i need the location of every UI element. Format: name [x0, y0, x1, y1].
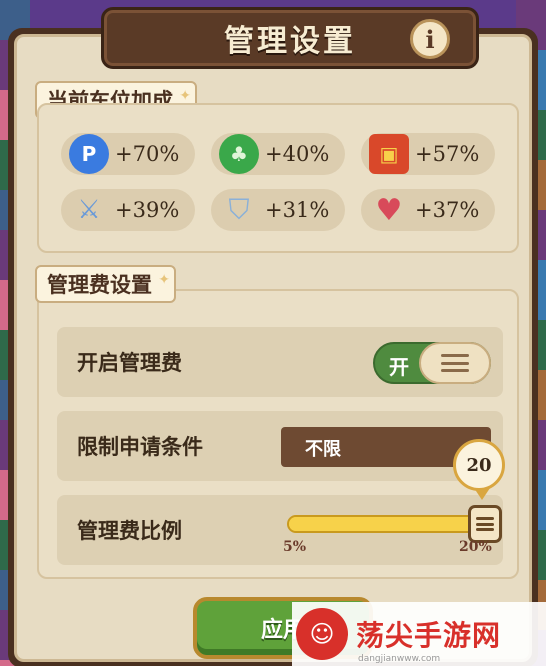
title-plate: 管理设置 i: [101, 7, 479, 69]
bonus-item: ♥ +37%: [361, 189, 495, 231]
ratio-slider-fill: [289, 517, 485, 531]
ratio-slider-handle[interactable]: [468, 505, 502, 543]
info-button[interactable]: i: [410, 19, 450, 59]
fee-section-tag: 管理费设置 ✦: [35, 265, 176, 303]
bonus-item: ⛉ +31%: [211, 189, 345, 231]
toggle-state-text: 开: [389, 355, 409, 379]
ratio-value: 20: [466, 454, 492, 476]
coin-p-icon: P: [69, 134, 109, 174]
watermark-text: 荡尖手游网: [356, 619, 502, 652]
slider-min-label: 5%: [283, 539, 307, 555]
fee-section-label: 管理费设置: [47, 273, 152, 297]
limit-row: 限制申请条件 不限 ⌄: [57, 411, 503, 481]
info-icon: i: [425, 24, 435, 54]
bonus-value: +57%: [415, 142, 480, 166]
bonus-value: +70%: [115, 142, 180, 166]
book-icon: ▣: [369, 134, 409, 174]
bonus-value: +37%: [415, 198, 480, 222]
enable-fee-row: 开启管理费 开: [57, 327, 503, 397]
bonus-item: P +70%: [61, 133, 195, 175]
enable-fee-label: 开启管理费: [77, 351, 182, 375]
page-title: 管理设置: [224, 24, 356, 59]
enable-fee-toggle[interactable]: 开: [373, 342, 491, 384]
management-settings-panel: 管理设置 i 当前车位加成 ✦ P +70% ♣ +40% ▣ +57% ⚔ +…: [8, 7, 538, 666]
bonus-value: +31%: [265, 198, 330, 222]
sparkle-icon: ✦: [179, 88, 191, 104]
grip-icon: [441, 354, 469, 372]
bonus-card: P +70% ♣ +40% ▣ +57% ⚔ +39% ⛉ +31% ♥ +37…: [37, 103, 519, 253]
bonus-value: +40%: [265, 142, 330, 166]
watermark-url: dangjianwww.com: [358, 654, 441, 664]
sparkle-icon: ✦: [158, 272, 170, 288]
bonus-item: ▣ +57%: [361, 133, 495, 175]
ratio-value-bubble: 20: [453, 439, 505, 500]
clover-icon: ♣: [219, 134, 259, 174]
fee-card: 开启管理费 开 限制申请条件 不限 ⌄ 管理费比例: [37, 289, 519, 579]
bonus-item: ⚔ +39%: [61, 189, 195, 231]
bonus-item: ♣ +40%: [211, 133, 345, 175]
sword-icon: ⚔: [77, 195, 101, 225]
limit-value: 不限: [305, 439, 341, 460]
toggle-knob[interactable]: [419, 342, 491, 384]
watermark: ☺ 荡尖手游网 dangjianwww.com: [292, 602, 546, 666]
ratio-label: 管理费比例: [77, 519, 182, 543]
bonus-value: +39%: [115, 198, 180, 222]
limit-label: 限制申请条件: [77, 435, 203, 459]
panel-body: 管理设置 i 当前车位加成 ✦ P +70% ♣ +40% ▣ +57% ⚔ +…: [14, 7, 532, 662]
grip-icon: [476, 517, 494, 531]
slider-max-label: 20%: [459, 539, 492, 555]
chef-logo-icon: ☺: [296, 608, 348, 660]
heart-icon: ♥: [375, 192, 403, 228]
ratio-slider-track[interactable]: [287, 505, 502, 543]
ratio-row: 管理费比例 5% 20%: [57, 495, 503, 565]
shield-icon: ⛉: [228, 193, 250, 226]
